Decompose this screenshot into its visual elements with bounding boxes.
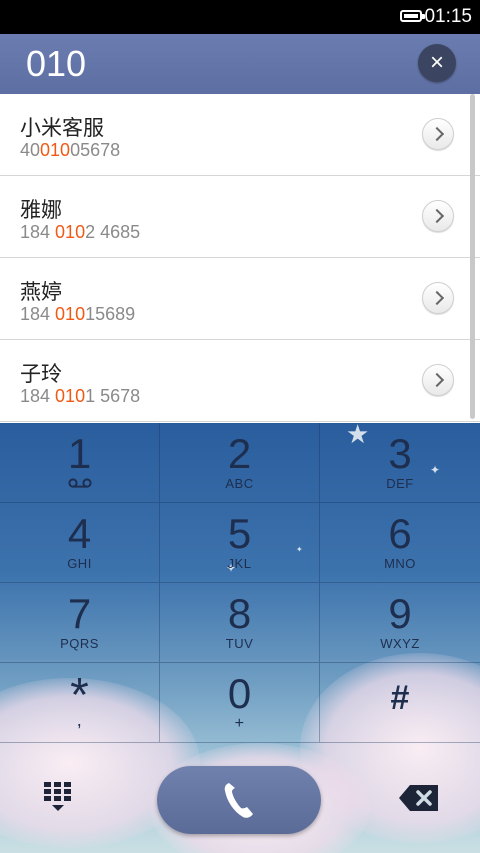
- battery-icon: [400, 10, 425, 22]
- key-1[interactable]: 1: [0, 423, 160, 503]
- contact-number: 4001005678: [20, 140, 121, 160]
- status-bar: 01:15: [0, 0, 480, 34]
- keypad-grid: 1 2 ABC 3 DEF 4 GHI 5 JKL 6 MNO 7 PQRS 8…: [0, 423, 480, 744]
- contact-row[interactable]: 燕婷 184 01015689: [0, 258, 480, 340]
- key-5[interactable]: 5 JKL: [160, 503, 320, 583]
- key-7[interactable]: 7 PQRS: [0, 583, 160, 663]
- contact-number: 184 0102 4685: [20, 222, 141, 242]
- clear-button[interactable]: ×: [418, 44, 456, 82]
- dialed-number-input[interactable]: 010: [26, 44, 86, 84]
- dialer-action-bar: [0, 744, 480, 853]
- key-6[interactable]: 6 MNO: [320, 503, 480, 583]
- chevron-right-icon[interactable]: [422, 364, 454, 396]
- key-0[interactable]: 0 +: [160, 663, 320, 743]
- contact-number: 184 0101 5678: [20, 386, 141, 406]
- contact-row[interactable]: 小米客服 4001005678: [0, 94, 480, 176]
- key-pound[interactable]: #: [320, 663, 480, 743]
- key-3[interactable]: 3 DEF: [320, 423, 480, 503]
- dialpad: ★ ✦ ✦ ✦ 1 2 ABC 3 DEF 4 GHI 5 JKL 6 MNO …: [0, 423, 480, 853]
- contact-row[interactable]: 雅娜 184 0102 4685: [0, 176, 480, 258]
- call-button[interactable]: [157, 766, 321, 834]
- chevron-right-icon[interactable]: [422, 118, 454, 150]
- contact-number: 184 01015689: [20, 304, 136, 324]
- contact-name: 燕婷: [20, 280, 62, 304]
- contact-row[interactable]: 子玲 184 0101 5678: [0, 340, 480, 422]
- contact-results-list: 小米客服 4001005678 雅娜 184 0102 4685 燕婷 184 …: [0, 94, 480, 423]
- phone-icon: [224, 783, 253, 818]
- key-4[interactable]: 4 GHI: [0, 503, 160, 583]
- chevron-right-icon[interactable]: [422, 200, 454, 232]
- voicemail-icon: [68, 478, 92, 488]
- key-9[interactable]: 9 WXYZ: [320, 583, 480, 663]
- search-bar: 010 ×: [0, 34, 480, 94]
- scrollbar[interactable]: [470, 94, 475, 419]
- contact-name: 小米客服: [20, 116, 104, 140]
- chevron-right-icon[interactable]: [422, 282, 454, 314]
- key-2[interactable]: 2 ABC: [160, 423, 320, 503]
- dialpad-grid-icon[interactable]: [40, 778, 76, 814]
- contact-name: 雅娜: [20, 198, 62, 222]
- backspace-icon[interactable]: [398, 784, 440, 812]
- contact-name: 子玲: [20, 362, 62, 386]
- key-star[interactable]: * ,: [0, 663, 160, 743]
- key-8[interactable]: 8 TUV: [160, 583, 320, 663]
- status-time: 01:15: [424, 6, 472, 27]
